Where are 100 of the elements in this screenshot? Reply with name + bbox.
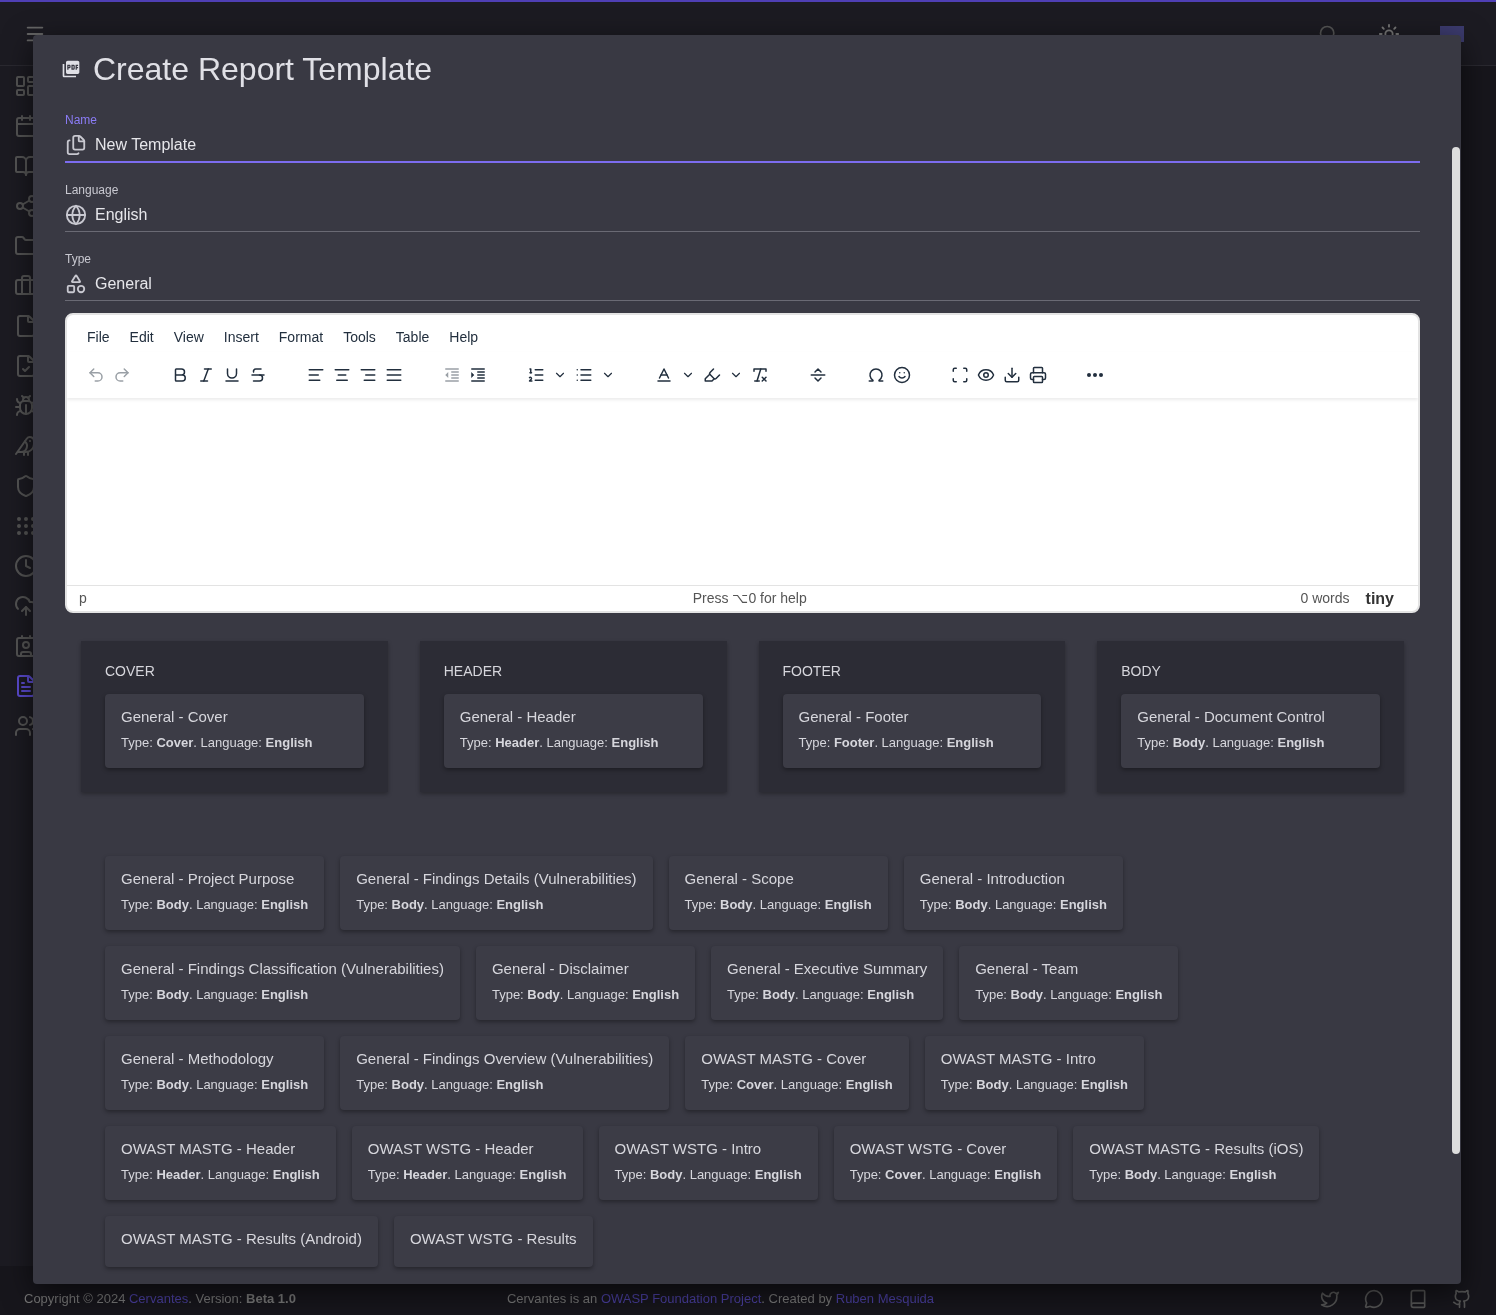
menu-item[interactable]: View <box>165 323 212 352</box>
menu-item[interactable]: Format <box>270 323 332 352</box>
help-hint: Press ⌥0 for help <box>692 589 807 608</box>
template-card[interactable]: General - Team Type: Body. Language: English <box>959 946 1179 1020</box>
print-icon <box>1029 366 1047 384</box>
template-card[interactable]: OWAST MASTG - Header Type: Header. Language: English <box>105 1126 336 1200</box>
clear-formatting-icon <box>751 366 769 384</box>
template-name: General - Findings Overview (Vulnerabilities) <box>356 1049 654 1069</box>
menu-item[interactable]: Insert <box>215 323 267 352</box>
documents-icon <box>65 134 87 156</box>
template-name: OWAST MASTG - Cover <box>701 1049 868 1069</box>
template-meta: Type: Body. Language: English <box>940 1075 1128 1094</box>
field-label: Name <box>65 112 98 129</box>
justify-icon <box>385 366 403 384</box>
pdf-icon <box>61 59 81 79</box>
template-name: General - Findings Details (Vulnerabilities) <box>356 869 637 889</box>
template-meta: Type: Body. Language: English <box>919 895 1107 914</box>
outdent-icon <box>443 366 461 384</box>
template-card[interactable]: General - Introduction Type: Body. Language: English <box>903 856 1123 930</box>
template-meta: Type: Body. Language: English <box>356 1075 545 1094</box>
template-name: OWAST MASTG - Results (Android) <box>121 1229 362 1249</box>
template-card[interactable]: OWAST WSTG - Results <box>393 1216 593 1267</box>
template-meta: Type: Body. Language: English <box>356 895 545 914</box>
chat-icon[interactable] <box>1364 1288 1384 1309</box>
template-meta: Type: Body. Language: English <box>684 895 872 914</box>
template-name: OWAST MASTG - Header <box>121 1139 297 1159</box>
form-field[interactable]: Name New Template <box>65 107 1420 163</box>
template-meta: Type: Header. Language: English <box>121 1165 320 1184</box>
template-name: General - Cover <box>121 707 229 727</box>
template-card[interactable]: General - Scope Type: Body. Language: English <box>668 856 888 930</box>
field-label: Language <box>65 182 120 199</box>
tiny-logo: tiny <box>1365 588 1394 609</box>
template-meta: Type: Body. Language: English <box>975 985 1163 1004</box>
menu-item[interactable]: Table <box>387 323 438 352</box>
template-card[interactable]: General - Findings Classification (Vulnerabilities) Type: Body. Language: English <box>105 946 460 1020</box>
template-meta: Type: Body. Language: English <box>121 1075 309 1094</box>
globe-icon <box>65 204 87 226</box>
template-meta: Type: Body. Language: English <box>1137 733 1326 752</box>
template-name: General - Introduction <box>919 869 1066 889</box>
template-card[interactable]: OWAST WSTG - Cover Type: Cover. Language: English <box>833 1126 1058 1200</box>
menu-item[interactable]: File <box>79 323 118 352</box>
menu-item[interactable]: Edit <box>121 323 162 352</box>
twitter-icon[interactable] <box>1320 1288 1340 1309</box>
field-value: General <box>95 274 152 294</box>
template-card[interactable]: General - Footer Type: Footer. Language: English <box>782 694 1042 768</box>
section-title: FOOTER <box>782 662 842 681</box>
template-card[interactable]: General - Executive Summary Type: Body. Language: English <box>711 946 944 1020</box>
word-count: 0 words <box>1300 589 1350 608</box>
dialog-title: Create Report Template <box>93 50 433 89</box>
strikethrough-icon <box>249 366 267 384</box>
menu-item[interactable]: Tools <box>335 323 384 352</box>
template-card[interactable]: General - Findings Overview (Vulnerabilities) Type: Body. Language: English <box>340 1036 670 1110</box>
template-card[interactable]: OWAST WSTG - Intro Type: Body. Language: English <box>598 1126 818 1200</box>
align-right-icon <box>359 366 377 384</box>
template-meta: Type: Body. Language: English <box>727 985 916 1004</box>
template-meta: Type: Body. Language: English <box>121 985 310 1004</box>
template-name: General - Footer <box>798 707 910 727</box>
form-field[interactable]: Language English <box>65 177 1420 232</box>
template-name: OWAST MASTG - Intro <box>940 1049 1097 1069</box>
template-name: General - Team <box>975 959 1080 979</box>
indent-icon <box>469 366 487 384</box>
section-title: BODY <box>1121 662 1162 681</box>
highlight-icon <box>703 366 721 384</box>
copyright-text: Copyright © 2024 Cervantes. Version: Beta 1.0 <box>24 1289 296 1308</box>
template-name: OWAST WSTG - Intro <box>614 1139 763 1159</box>
template-name: OWAST WSTG - Results <box>409 1229 577 1249</box>
template-meta: Type: Body. Language: English <box>1089 1165 1278 1184</box>
template-card[interactable]: OWAST MASTG - Results (Android) <box>105 1216 378 1267</box>
section-title: COVER <box>105 662 156 681</box>
template-card[interactable]: OWAST MASTG - Cover Type: Cover. Language: English <box>685 1036 909 1110</box>
template-meta: Type: Header. Language: English <box>367 1165 567 1184</box>
numbered-list-icon <box>527 366 545 384</box>
template-card[interactable]: General - Project Purpose Type: Body. Language: English <box>105 856 325 930</box>
template-name: OWAST MASTG - Results (iOS) <box>1089 1139 1304 1159</box>
template-name: General - Header <box>459 707 577 727</box>
field-label: Type <box>65 251 92 268</box>
preview-icon <box>977 366 995 384</box>
more-icon <box>1087 373 1103 377</box>
template-card[interactable]: General - Header Type: Header. Language: English <box>443 694 703 768</box>
template-name: General - Executive Summary <box>727 959 928 979</box>
template-meta: Type: Body. Language: English <box>614 1165 802 1184</box>
github-icon[interactable] <box>1452 1288 1472 1309</box>
template-meta: Type: Cover. Language: English <box>121 733 314 752</box>
template-card[interactable]: General - Document Control Type: Body. Language: English <box>1121 694 1380 768</box>
template-card[interactable]: General - Methodology Type: Body. Language: English <box>105 1036 325 1110</box>
element-path: p <box>79 589 88 608</box>
form-field[interactable]: Type General <box>65 246 1420 301</box>
text-color-icon <box>655 366 673 384</box>
book-icon[interactable] <box>1408 1288 1428 1309</box>
template-card[interactable]: General - Cover Type: Cover. Language: English <box>105 694 364 768</box>
menu-item[interactable]: Help <box>441 323 487 352</box>
about-text: Cervantes is an OWASP Foundation Project. Created by Ruben Mesquida <box>506 1289 935 1308</box>
template-card[interactable]: General - Disclaimer Type: Body. Language: English <box>475 946 696 1020</box>
page-break-icon <box>809 366 827 384</box>
template-card[interactable]: OWAST MASTG - Intro Type: Body. Language: English <box>924 1036 1144 1110</box>
template-card[interactable]: OWAST MASTG - Results (iOS) Type: Body. Language: English <box>1073 1126 1320 1200</box>
emoji-icon <box>893 366 911 384</box>
template-card[interactable]: General - Findings Details (Vulnerabilities) Type: Body. Language: English <box>340 856 653 930</box>
template-card[interactable]: OWAST WSTG - Header Type: Header. Language: English <box>351 1126 583 1200</box>
scrollbar[interactable] <box>1452 147 1460 1154</box>
